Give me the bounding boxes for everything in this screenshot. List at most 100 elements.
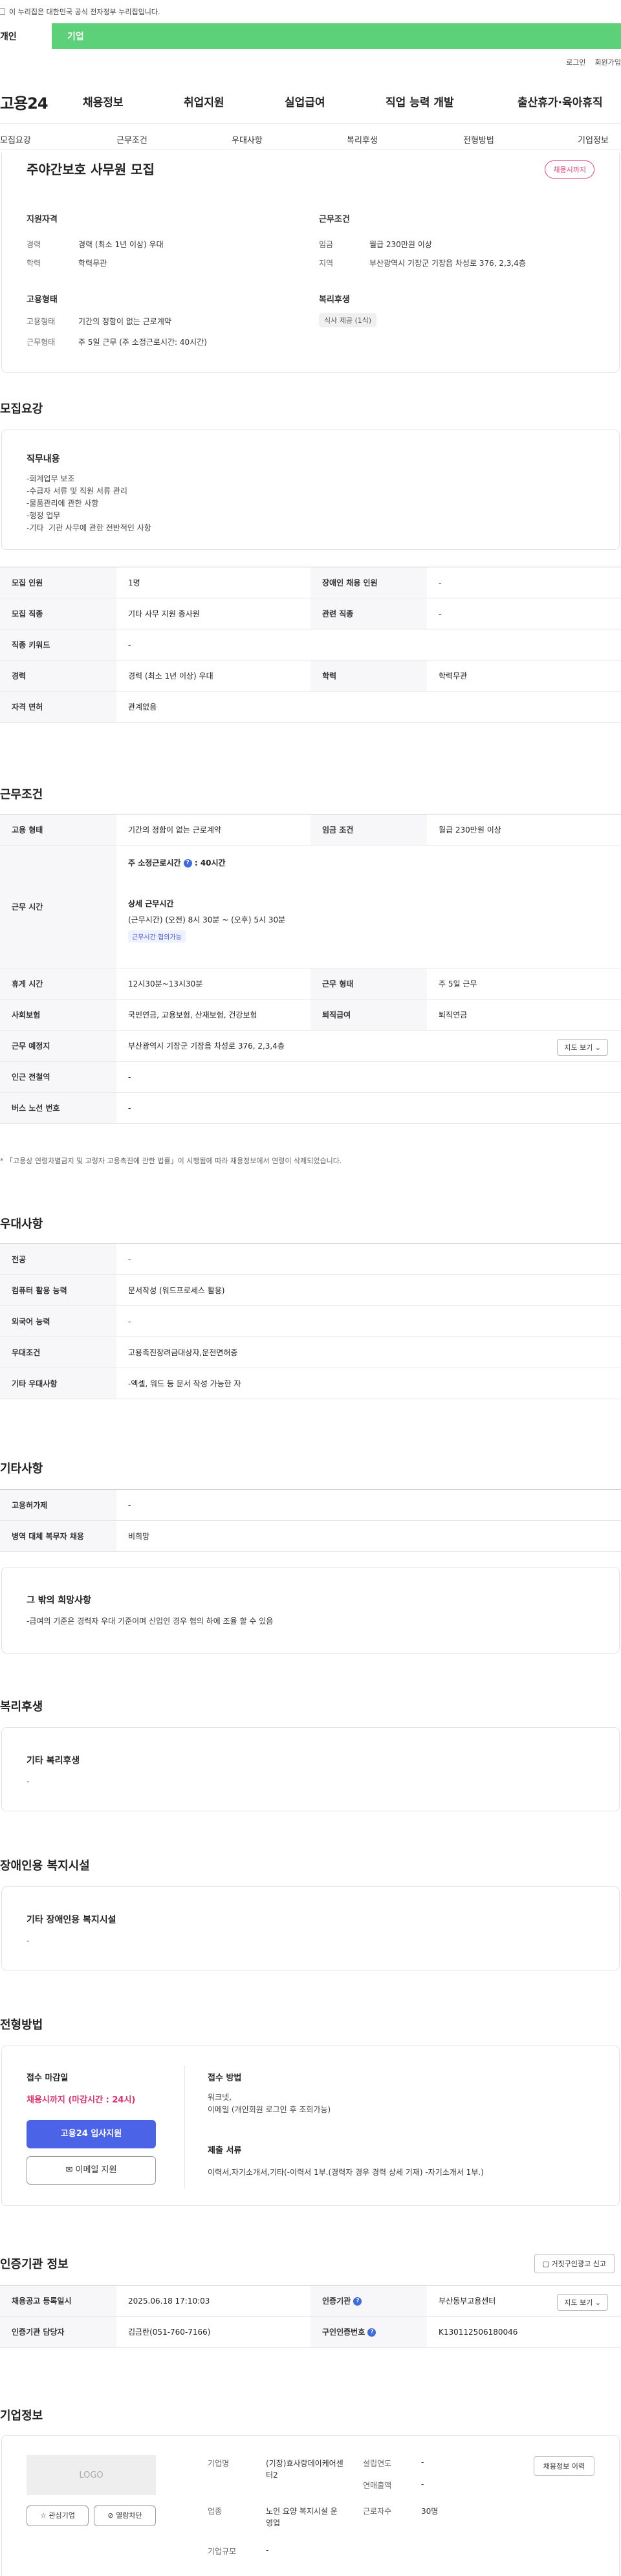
cell-value: 기타 사무 지원 종사원 bbox=[116, 598, 310, 629]
gnb-menu-leave[interactable]: 출산휴가·육아휴직 bbox=[518, 93, 603, 109]
info-icon[interactable]: ? bbox=[367, 2328, 376, 2337]
agency-label: 인증기관 bbox=[322, 2297, 351, 2306]
table-row: 모집 직종 기타 사무 지원 종사원 관련 직종 - bbox=[0, 598, 621, 629]
cell-value: - bbox=[116, 1243, 621, 1275]
table-row: 병역 대체 복무자 채용 비희망 bbox=[0, 1520, 621, 1552]
work-title: 근무조건 bbox=[319, 215, 350, 224]
cell-value: 경력 (최소 1년 이상) 우대 bbox=[116, 660, 310, 692]
others-table: 고용허가제 - 병역 대체 복무자 채용 비희망 bbox=[0, 1489, 621, 1552]
company-name-value: (기장)효사랑데이케어센터2 bbox=[266, 2459, 343, 2480]
hiring-history-button[interactable]: 채용정보 이력 bbox=[533, 2456, 594, 2476]
chevron-down-icon: ⌄ bbox=[594, 1043, 601, 1052]
cell-label: 모집 인원 bbox=[0, 567, 116, 598]
tab-selection[interactable]: 전형방법 bbox=[463, 133, 494, 146]
cert-number-label: 구인인증번호 bbox=[322, 2328, 365, 2337]
tab-recruit[interactable]: 모집요강 bbox=[0, 133, 31, 146]
cell-value: 기간의 정함이 없는 근로계약 bbox=[116, 814, 310, 846]
login-link[interactable]: 로그인 bbox=[566, 57, 585, 67]
founded-value: - bbox=[421, 2458, 424, 2467]
cell-value: K130112506180046 bbox=[427, 2316, 621, 2348]
tab-company[interactable]: 기업정보 bbox=[578, 133, 609, 146]
section-title-agency: 인증기관 정보 bbox=[0, 2258, 69, 2271]
gnb-menu-employment-support[interactable]: 취업지원 bbox=[184, 93, 224, 109]
map-view-button[interactable]: 지도 보기 ⌄ bbox=[557, 1039, 608, 1056]
cell-label: 휴게 시간 bbox=[0, 968, 116, 999]
qualify-title: 지원자격 bbox=[27, 215, 58, 224]
section-title-recruit: 모집요강 bbox=[0, 402, 43, 416]
employees-label: 근로자수 bbox=[363, 2507, 392, 2516]
tab-preferences[interactable]: 우대사항 bbox=[232, 133, 263, 146]
apply-button[interactable]: 고용24 입사지원 bbox=[27, 2120, 156, 2148]
disability-card-value: - bbox=[27, 1936, 30, 1945]
method-label: 접수 방법 bbox=[208, 2073, 242, 2083]
info-icon[interactable]: ? bbox=[353, 2297, 362, 2306]
hours-negotiable-chip: 근무시간 협의가능 bbox=[128, 930, 186, 943]
cell-value: 학력무관 bbox=[427, 660, 621, 692]
chevron-down-icon: ⌄ bbox=[594, 2298, 601, 2307]
employees-value: 30명 bbox=[421, 2507, 439, 2516]
employment-title: 고용형태 bbox=[27, 295, 58, 305]
info-icon[interactable]: ? bbox=[183, 859, 192, 868]
tab-company[interactable]: 기업 bbox=[67, 23, 84, 49]
cell-label: 근무 예정지 bbox=[0, 1030, 116, 1062]
gnb-menu-unemployment[interactable]: 실업급여 bbox=[285, 93, 325, 109]
tab-conditions[interactable]: 근무조건 bbox=[116, 133, 147, 146]
tab-personal[interactable]: 개인 bbox=[0, 23, 52, 49]
cell-label: 고용허가제 bbox=[0, 1489, 116, 1521]
work-value-region: 부산광역시 기장군 기장읍 차성로 376, 2,3,4층 bbox=[369, 259, 526, 268]
table-row: 근무 시간 주 소정근로시간 ? : 40시간 상세 근무시간 (근무시간) (… bbox=[0, 845, 621, 968]
duty-text: -회계업무 보조 -수급자 서류 및 직원 서류 관리 -물품관리에 관한 사항… bbox=[27, 474, 151, 532]
email-apply-button[interactable]: ✉ 이메일 지원 bbox=[27, 2156, 156, 2185]
cell-label: 인증기관 담당자 bbox=[0, 2316, 116, 2348]
favorite-company-button[interactable]: ☆ 관심기업 bbox=[27, 2505, 89, 2526]
cell-value: - bbox=[116, 1061, 621, 1093]
wish-card: 그 밖의 희망사항 -급여의 기준은 경력자 우대 기준이며 신입인 경우 협의… bbox=[1, 1567, 620, 1654]
table-row: 컴퓨터 활용 능력 문서작성 (워드프로세스 활용) bbox=[0, 1274, 621, 1306]
block-company-button[interactable]: ⊘ 열람차단 bbox=[94, 2505, 156, 2526]
agency-map-button[interactable]: 지도 보기 ⌄ bbox=[557, 2294, 608, 2311]
table-row: 직종 키워드 - bbox=[0, 629, 621, 660]
cell-label: 직종 키워드 bbox=[0, 629, 116, 660]
detail-hours-value: (근무시간) (오전) 8시 30분 ~ (오후) 5시 30분 bbox=[128, 915, 286, 924]
recruit-table: 모집 인원 1명 장애인 채용 인원 - 모집 직종 기타 사무 지원 종사원 … bbox=[0, 567, 621, 723]
block-icon: ⊘ bbox=[107, 2511, 114, 2520]
welfare-card-title: 기타 복리후생 bbox=[27, 1756, 80, 1766]
weekly-hours-value: : 40시간 bbox=[194, 858, 226, 868]
cell-value: - bbox=[116, 1489, 621, 1521]
work-label-wage: 임금 bbox=[319, 240, 334, 249]
gnb-menu-jobs[interactable]: 채용정보 bbox=[83, 93, 124, 109]
cell-value: 주 5일 근무 bbox=[427, 968, 621, 999]
report-fake-ad-button[interactable]: ▢ 거짓구인광고 신고 bbox=[534, 2254, 615, 2273]
section-tabs: 모집요강 근무조건 우대사항 복리후생 전형방법 기업정보 bbox=[0, 133, 621, 147]
revenue-value: - bbox=[421, 2480, 424, 2489]
block-company-label: 열람차단 bbox=[116, 2511, 142, 2520]
korea-flag-icon bbox=[0, 8, 5, 15]
table-row: 채용공고 등록일시 2025.06.18 17:10:03 인증기관 ? 부산동… bbox=[0, 2285, 621, 2317]
cell-value: 부산동부고용센터 지도 보기 ⌄ bbox=[427, 2285, 621, 2317]
section-title-others: 기타사항 bbox=[0, 1462, 43, 1476]
cell-label: 사회보험 bbox=[0, 999, 116, 1031]
welfare-title: 복리후생 bbox=[319, 295, 350, 305]
job-title: 주야간보호 사무원 모집 bbox=[27, 162, 155, 177]
welfare-chip: 식사 제공 (1식) bbox=[319, 313, 377, 327]
cell-value: - bbox=[116, 629, 621, 660]
company-size-label: 기업규모 bbox=[208, 2547, 237, 2556]
founded-label: 설립연도 bbox=[363, 2459, 392, 2468]
cell-value: - bbox=[116, 1092, 621, 1124]
util-links: 로그인 회원가입 bbox=[566, 57, 621, 67]
table-row: 기타 우대사항 -엑셀, 워드 등 문서 작성 가능한 자 bbox=[0, 1368, 621, 1399]
duty-card: 직무내용 -회계업무 보조 -수급자 서류 및 직원 서류 관리 -물품관리에 … bbox=[1, 430, 620, 550]
cell-label: 전공 bbox=[0, 1243, 116, 1275]
company-card: LOGO ☆ 관심기업 ⊘ 열람차단 기업명 (기장)효사랑데이케어센터2 업종… bbox=[1, 2435, 620, 2576]
deadline-value: 채용시까지 (마감시간 : 24시) bbox=[27, 2095, 136, 2105]
cell-value: 고용촉진장려금대상자,운전면허증 bbox=[116, 1337, 621, 1368]
work-location-value: 부산광역시 기장군 기장읍 차성로 376, 2,3,4층 bbox=[128, 1042, 285, 1051]
section-title-conditions: 근무조건 bbox=[0, 788, 43, 802]
site-logo[interactable]: 고용24 bbox=[0, 91, 49, 113]
gnb-menu-vocational[interactable]: 직업 능력 개발 bbox=[386, 93, 454, 109]
tab-welfare[interactable]: 복리후생 bbox=[347, 133, 378, 146]
signup-link[interactable]: 회원가입 bbox=[595, 57, 621, 67]
table-row: 외국어 능력 - bbox=[0, 1305, 621, 1337]
welfare-card: 기타 복리후생 - bbox=[1, 1727, 620, 1811]
table-row: 경력 경력 (최소 1년 이상) 우대 학력 학력무관 bbox=[0, 660, 621, 692]
